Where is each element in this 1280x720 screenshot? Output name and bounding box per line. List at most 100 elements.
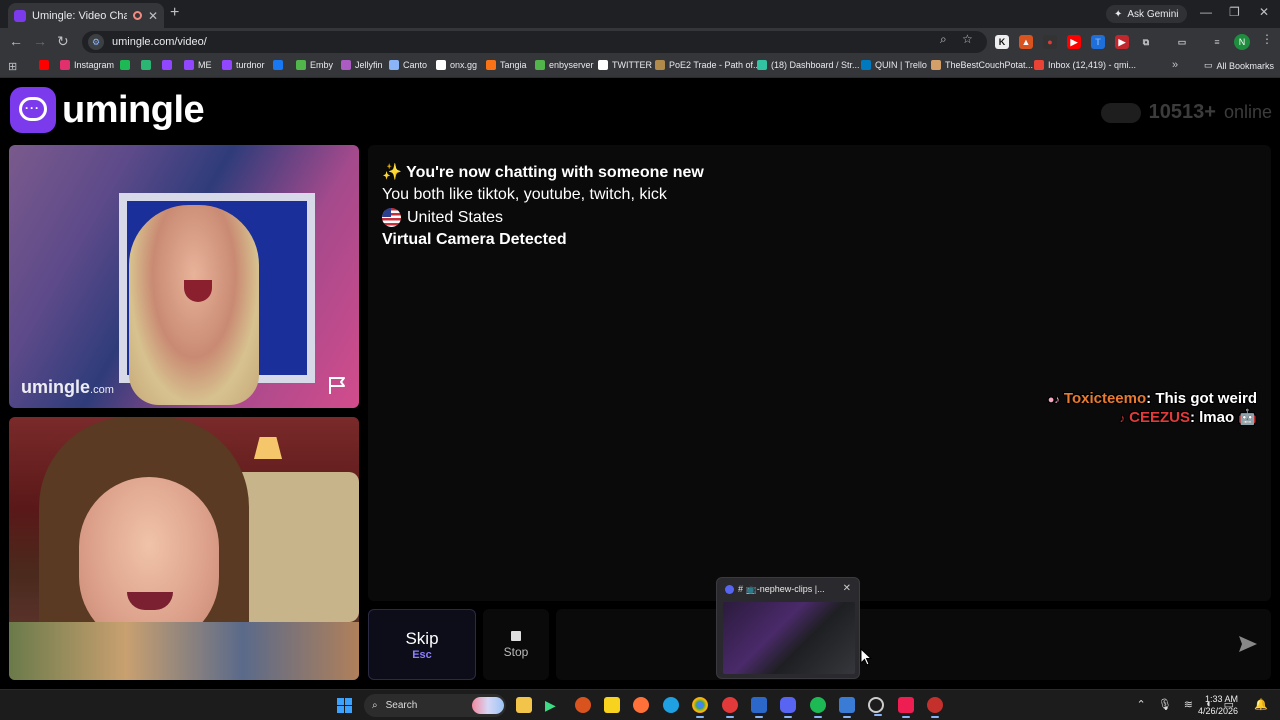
close-window-icon[interactable]: ✕ bbox=[1259, 5, 1269, 19]
profile-avatar[interactable]: N bbox=[1234, 34, 1250, 50]
send-icon[interactable] bbox=[1238, 634, 1258, 654]
tiktok-icon[interactable] bbox=[898, 697, 914, 718]
address-bar[interactable]: ⚙ umingle.com/video/ bbox=[82, 31, 987, 53]
side-panel-icon[interactable]: ▭ bbox=[1175, 35, 1189, 49]
reload-icon[interactable]: ↻ bbox=[57, 33, 69, 50]
firefox-icon[interactable] bbox=[633, 697, 649, 713]
ask-gemini-label: Ask Gemini bbox=[1127, 8, 1179, 20]
chat-badge-icon: ♪ bbox=[1119, 413, 1126, 425]
umingle-logo[interactable]: ··· umingle bbox=[10, 87, 205, 133]
bookmark-label: Jellyfin bbox=[355, 60, 383, 70]
bookmark-item[interactable]: ME bbox=[184, 60, 212, 70]
bookmark-item[interactable] bbox=[39, 60, 49, 70]
report-flag-icon[interactable] bbox=[327, 375, 349, 395]
notepad-icon[interactable] bbox=[839, 697, 855, 718]
bookmark-item[interactable]: QUIN | Trello bbox=[861, 60, 927, 70]
taskbar-search[interactable]: ⌕ Search bbox=[364, 694, 506, 717]
online-toggle[interactable] bbox=[1100, 102, 1141, 123]
extension-k-icon[interactable]: K bbox=[995, 35, 1009, 49]
file-explorer-icon[interactable] bbox=[516, 697, 532, 713]
stop-button[interactable]: Stop bbox=[483, 609, 549, 680]
stream-chat-overlay-message: ●♪ Toxicteemo: This got weird bbox=[1048, 390, 1257, 407]
chat-text: : lmao 🤖 bbox=[1189, 409, 1257, 426]
taskbar-clock[interactable]: 1:33 AM 4/26/2026 bbox=[1198, 693, 1238, 717]
gemini-sparkle-icon: ✦ bbox=[1114, 8, 1123, 20]
close-tab-icon[interactable]: ✕ bbox=[148, 9, 158, 23]
all-bookmarks-button[interactable]: ▭ All Bookmarks bbox=[1204, 60, 1274, 71]
skip-shortcut: Esc bbox=[412, 648, 432, 661]
spotify-icon[interactable] bbox=[810, 697, 826, 718]
site-info-icon[interactable]: ⚙ bbox=[88, 34, 104, 50]
chrome-icon[interactable] bbox=[692, 697, 708, 718]
bookmark-item[interactable]: Emby bbox=[296, 60, 333, 70]
bookmark-item[interactable]: turdnor bbox=[222, 60, 265, 70]
sticky-notes-icon[interactable] bbox=[604, 697, 620, 713]
preview-image[interactable] bbox=[723, 602, 855, 674]
extensions-puzzle-icon[interactable]: ⧉ bbox=[1139, 35, 1153, 49]
bookmark-item[interactable]: (18) Dashboard / Str... bbox=[757, 60, 860, 70]
wifi-icon[interactable]: ≋ bbox=[1184, 698, 1193, 711]
extension-youtube-icon[interactable]: ▶ bbox=[1067, 35, 1081, 49]
bookmark-item[interactable]: PoE2 Trade - Path of... bbox=[655, 60, 761, 70]
bookmark-item[interactable] bbox=[141, 60, 151, 70]
notification-bell-icon[interactable]: 🔔 bbox=[1254, 698, 1268, 711]
chat-bubble-logo-icon: ··· bbox=[10, 87, 56, 133]
obs-icon[interactable] bbox=[722, 697, 738, 718]
microphone-icon[interactable]: 🎙 bbox=[1158, 698, 1172, 711]
skip-button[interactable]: Skip Esc bbox=[368, 609, 476, 680]
partner-country: United States bbox=[382, 208, 503, 227]
apps-grid-icon[interactable]: ⊞ bbox=[8, 60, 17, 73]
bookmark-item[interactable]: Instagram bbox=[60, 60, 114, 70]
bookmark-item[interactable]: Canto bbox=[389, 60, 427, 70]
bookmark-item[interactable] bbox=[120, 60, 130, 70]
bookmark-star-icon[interactable]: ☆ bbox=[962, 32, 973, 46]
discord-icon[interactable] bbox=[780, 697, 796, 718]
bookmark-item[interactable]: onx.gg bbox=[436, 60, 477, 70]
bookmark-item[interactable] bbox=[273, 60, 283, 70]
windows-start-icon[interactable] bbox=[337, 698, 352, 713]
forward-icon[interactable]: → bbox=[33, 33, 47, 49]
bookmark-label: (18) Dashboard / Str... bbox=[771, 60, 860, 70]
bookmark-item[interactable]: Inbox (12,419) - qmi... bbox=[1034, 60, 1136, 70]
clock-app-icon[interactable] bbox=[868, 697, 884, 716]
extension-red-icon[interactable]: ▶ bbox=[1115, 35, 1129, 49]
zoom-icon[interactable]: ⌕ bbox=[940, 32, 947, 47]
message-input[interactable] bbox=[556, 609, 1271, 680]
bookmark-item[interactable]: TheBestCouchPotat... bbox=[931, 60, 1033, 70]
country-label: United States bbox=[407, 208, 504, 226]
play-app-icon[interactable]: ▶ bbox=[545, 697, 561, 713]
extension-fox-icon[interactable]: ▲ bbox=[1019, 35, 1033, 49]
umingle-favicon-icon bbox=[14, 9, 26, 22]
online-counter: 10513+ online bbox=[1100, 101, 1272, 124]
game-app-icon[interactable] bbox=[575, 697, 591, 713]
stop-label: Stop bbox=[503, 644, 529, 659]
browser-tab[interactable]: Umingle: Video Chat with S ✕ bbox=[8, 3, 164, 28]
media-control-icon[interactable]: ≡ bbox=[1210, 35, 1224, 49]
facebook-icon bbox=[273, 60, 283, 70]
bookmark-label: Instagram bbox=[74, 60, 115, 70]
stream-app-icon[interactable] bbox=[751, 697, 767, 718]
search-label: Search bbox=[385, 700, 418, 711]
bookmarks-overflow-icon[interactable]: » bbox=[1172, 59, 1178, 71]
bookmark-item[interactable] bbox=[162, 60, 172, 70]
ask-gemini-button[interactable]: ✦ Ask Gemini bbox=[1106, 5, 1187, 23]
tray-chevron-icon[interactable]: ⌃ bbox=[1137, 698, 1146, 711]
bookmark-item[interactable]: Tangia bbox=[486, 60, 527, 70]
back-icon[interactable]: ← bbox=[9, 33, 23, 49]
new-tab-button[interactable]: + bbox=[170, 4, 179, 22]
minimize-icon[interactable]: — bbox=[1200, 5, 1212, 19]
bookmark-item[interactable]: TWITTER bbox=[598, 60, 652, 70]
bookmark-item[interactable]: Jellyfin bbox=[341, 60, 383, 70]
extension-record-icon[interactable]: ● bbox=[1043, 35, 1057, 49]
chrome-menu-icon[interactable]: ⋮ bbox=[1261, 32, 1273, 46]
bookmark-label: TheBestCouchPotat... bbox=[945, 60, 1034, 70]
red-app-icon[interactable] bbox=[927, 697, 943, 718]
taskbar-window-preview[interactable]: # 📺-nephew-clips |... ✕ bbox=[716, 577, 860, 679]
extension-translate-icon[interactable]: T bbox=[1091, 35, 1105, 49]
close-preview-icon[interactable]: ✕ bbox=[843, 583, 851, 594]
chat-panel: ✨ You're now chatting with someone new Y… bbox=[368, 145, 1271, 601]
discord-icon bbox=[725, 585, 734, 594]
bookmark-item[interactable]: enbyserver bbox=[535, 60, 594, 70]
edge-icon[interactable] bbox=[663, 697, 679, 713]
restore-icon[interactable]: ❐ bbox=[1229, 5, 1240, 19]
